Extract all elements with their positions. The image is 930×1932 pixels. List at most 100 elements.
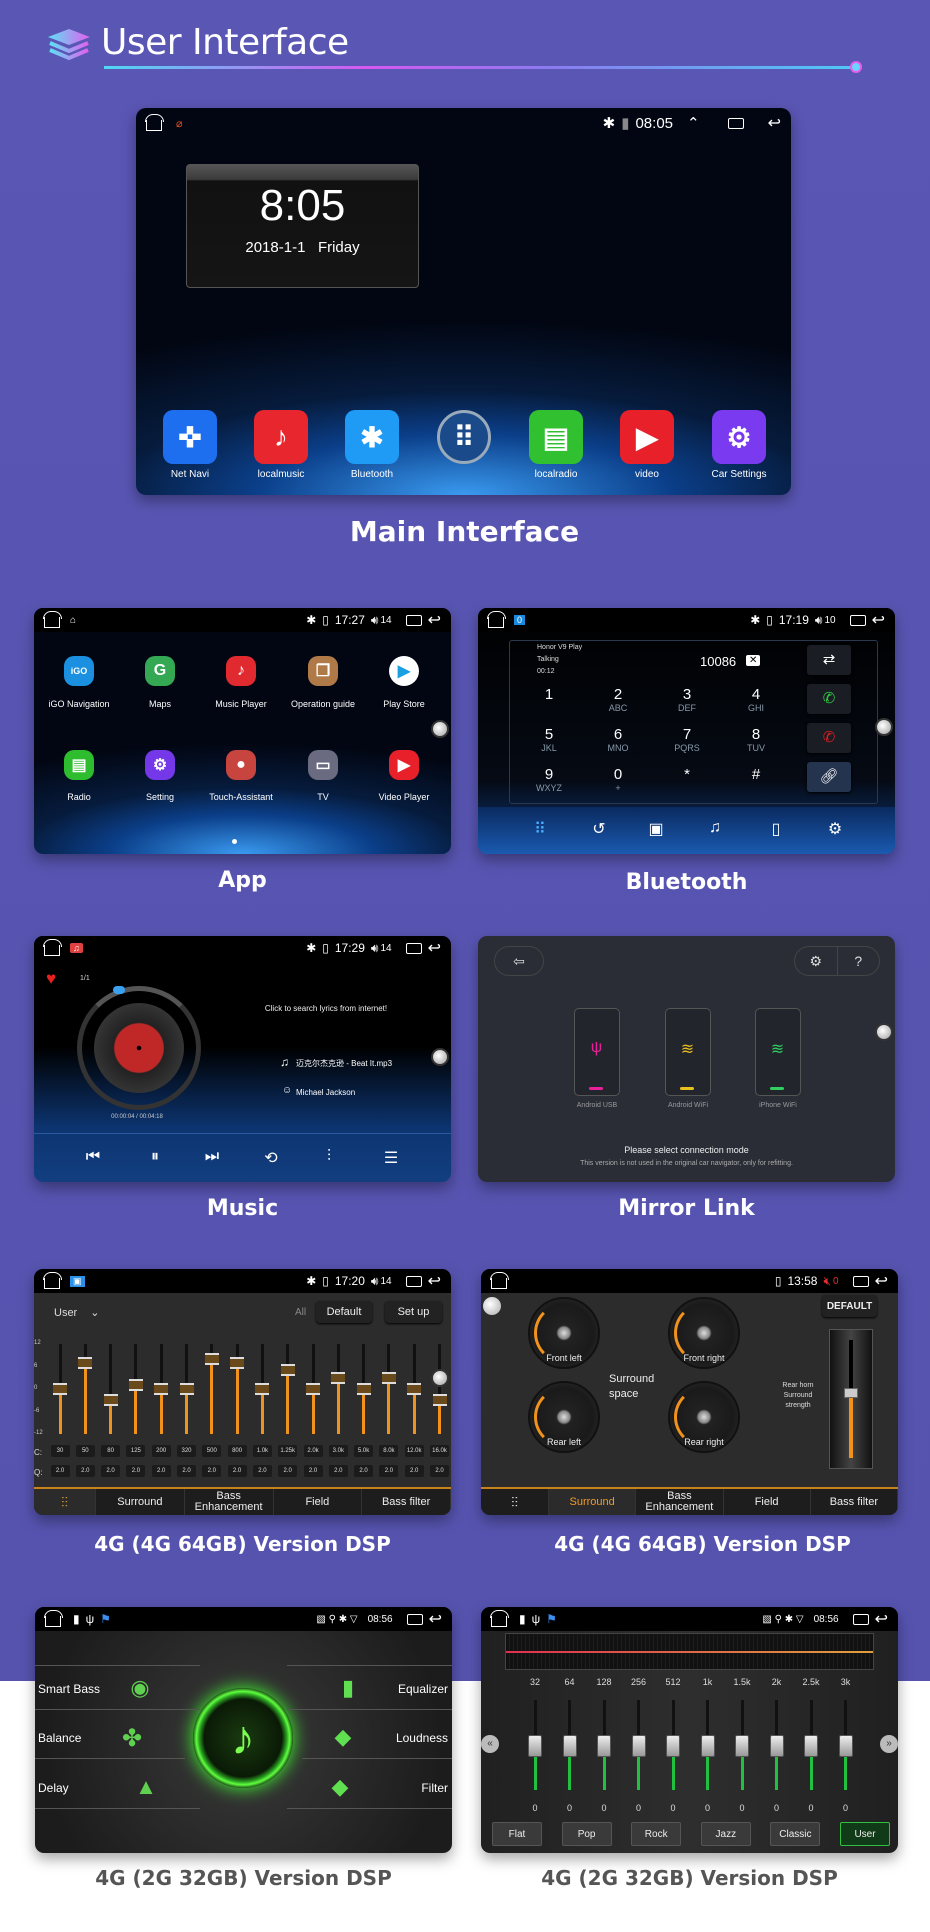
band-q[interactable]: 2.0	[430, 1465, 449, 1477]
rear-horn-strength-slider[interactable]	[829, 1329, 873, 1469]
eq-slider-handle[interactable]	[432, 1394, 447, 1407]
eq-slider-handle[interactable]	[528, 1735, 542, 1757]
band-frequency[interactable]: 1.25k	[278, 1445, 298, 1457]
tab-surround[interactable]: Surround	[549, 1489, 637, 1515]
band-q[interactable]: 2.0	[50, 1465, 70, 1477]
dsp-option-delay[interactable]: Delay	[38, 1781, 69, 1795]
balance-icon[interactable]: ✤	[117, 1724, 147, 1753]
home-icon[interactable]	[43, 610, 62, 628]
preset-dropdown[interactable]: User ⌄	[54, 1306, 100, 1319]
assistive-touch-button[interactable]	[875, 718, 893, 736]
pause-icon[interactable]: ⏸︎	[143, 1148, 167, 1166]
touch-assistant-icon[interactable]: ●	[226, 750, 256, 780]
eq-slider-handle[interactable]	[700, 1735, 715, 1757]
dial-key[interactable]: 6 MNO	[598, 726, 638, 753]
band-q[interactable]: 2.0	[252, 1465, 272, 1477]
band-frequency[interactable]: 500	[202, 1445, 222, 1457]
tab-field[interactable]: Field	[724, 1489, 811, 1515]
setup-button[interactable]: Set up	[385, 1301, 442, 1323]
recent-apps-icon[interactable]	[405, 1275, 422, 1287]
dsp-option-equalizer[interactable]: Equalizer	[398, 1682, 448, 1696]
scroll-left-button[interactable]: «	[481, 1735, 499, 1753]
back-icon[interactable]: ↩	[428, 1271, 441, 1291]
back-icon[interactable]: ↩	[428, 610, 441, 630]
eq-slider-handle[interactable]	[735, 1735, 749, 1757]
band-q[interactable]: 2.0	[75, 1465, 95, 1477]
home-icon[interactable]	[487, 610, 506, 628]
preset-button-pop[interactable]: Pop	[561, 1822, 612, 1846]
band-q[interactable]: 2.0	[328, 1465, 348, 1477]
band-q[interactable]: 2.0	[177, 1465, 196, 1477]
backspace-icon[interactable]: ✕	[746, 655, 761, 666]
scroll-right-button[interactable]: »	[880, 1735, 898, 1753]
music-note-icon[interactable]: ♪	[226, 656, 256, 686]
dial-key[interactable]: 4 GHI	[736, 686, 776, 713]
back-icon[interactable]: ↩	[768, 113, 781, 133]
eq-slider-handle[interactable]	[804, 1735, 818, 1757]
next-icon[interactable]: ⏭︎	[200, 1148, 224, 1166]
equalizer-icon[interactable]: ⫶	[317, 1148, 341, 1166]
eq-slider-handle[interactable]	[562, 1735, 577, 1757]
dial-key[interactable]: 7 PQRS	[667, 726, 707, 753]
exit-button[interactable]: ⇦	[494, 946, 544, 976]
settings-icon[interactable]: ⚙	[795, 947, 838, 975]
favorite-heart-icon[interactable]: ♥	[46, 969, 56, 989]
dialpad-icon[interactable]: ⠿	[528, 819, 552, 839]
dial-key[interactable]: 8 TUV	[736, 726, 776, 753]
back-icon[interactable]: ↩	[872, 610, 885, 630]
equalizer-bars-icon[interactable]: ▮	[333, 1675, 363, 1701]
dial-key[interactable]: *	[667, 766, 707, 793]
gear-icon[interactable]: ⚙	[145, 750, 175, 780]
dial-key[interactable]: 3 DEF	[667, 686, 707, 713]
default-button[interactable]: DEFAULT	[822, 1295, 877, 1317]
phone-android-usb[interactable]: ψ	[574, 1008, 620, 1096]
play-icon[interactable]: ▶	[389, 750, 419, 780]
hangup-icon[interactable]: ✆	[807, 723, 851, 753]
recent-apps-icon[interactable]	[852, 1613, 869, 1625]
lyrics-prompt[interactable]: Click to search lyrics from internet!	[226, 1004, 426, 1013]
band-frequency[interactable]: 3.0k	[328, 1445, 348, 1457]
band-q[interactable]: 2.0	[354, 1465, 374, 1477]
band-frequency[interactable]: 320	[177, 1445, 196, 1457]
eq-slider-handle[interactable]	[306, 1383, 320, 1395]
back-icon[interactable]: ↩	[429, 1609, 442, 1629]
recent-apps-icon[interactable]	[852, 1275, 869, 1287]
eq-slider-handle[interactable]	[230, 1356, 245, 1369]
assistive-touch-button[interactable]	[483, 1297, 501, 1315]
band-q[interactable]: 2.0	[379, 1465, 399, 1477]
preset-button-classic[interactable]: Classic	[770, 1822, 821, 1846]
dsp-option-filter[interactable]: Filter	[421, 1781, 448, 1795]
eq-slider-handle[interactable]	[407, 1383, 422, 1395]
tab-equalizer[interactable]: ⫶⫶	[481, 1489, 549, 1515]
transfer-icon[interactable]: ⇄	[807, 645, 851, 675]
eq-slider-handle[interactable]	[631, 1735, 646, 1757]
band-frequency[interactable]: 80	[101, 1445, 121, 1457]
band-frequency[interactable]: 125	[126, 1445, 146, 1457]
eq-slider-handle[interactable]	[128, 1379, 143, 1392]
band-frequency[interactable]: 2.0k	[303, 1445, 323, 1457]
maps-icon[interactable]: G	[145, 656, 175, 686]
band-frequency[interactable]: 1.0k	[252, 1445, 272, 1457]
tab-field[interactable]: Field	[274, 1489, 363, 1515]
home-icon[interactable]	[490, 1609, 509, 1627]
assistive-touch-button[interactable]	[875, 1023, 893, 1041]
contacts-icon[interactable]: ▣	[644, 819, 668, 839]
assistive-touch-button[interactable]	[431, 1369, 449, 1387]
band-frequency[interactable]: 800	[227, 1445, 247, 1457]
back-icon[interactable]: ↩	[875, 1271, 888, 1291]
link-icon[interactable]: 🔗︎	[807, 762, 851, 792]
igo-icon[interactable]: iGO	[64, 656, 94, 686]
expand-icon[interactable]: ⌃	[687, 114, 700, 132]
eq-slider-handle[interactable]	[666, 1735, 680, 1757]
back-icon[interactable]: ↩	[428, 938, 441, 958]
progress-handle[interactable]	[113, 986, 125, 994]
band-q[interactable]: 2.0	[227, 1465, 247, 1477]
band-q[interactable]: 2.0	[101, 1465, 121, 1477]
recent-apps-icon[interactable]	[849, 614, 866, 626]
eq-slider-handle[interactable]	[255, 1383, 270, 1395]
dsp-option-loudness[interactable]: Loudness	[396, 1731, 448, 1745]
recent-apps-icon[interactable]	[405, 942, 422, 954]
band-q[interactable]: 2.0	[303, 1465, 323, 1477]
home-icon[interactable]	[43, 938, 62, 956]
guide-icon[interactable]: ❐	[308, 656, 338, 686]
